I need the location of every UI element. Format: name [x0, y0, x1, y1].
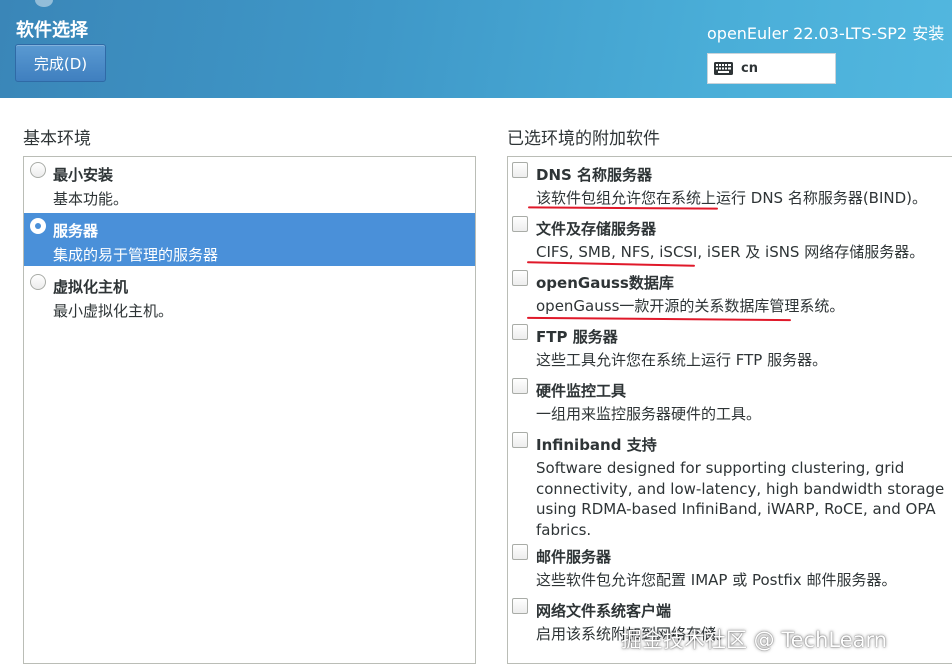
- keyboard-layout-indicator[interactable]: cn: [707, 53, 836, 84]
- environment-item-server[interactable]: 服务器 集成的易于管理的服务器: [24, 213, 475, 266]
- addon-item-opengauss-database[interactable]: openGauss数据库 openGauss一款开源的关系数据库管理系统。: [508, 266, 952, 320]
- description-line: using RDMA-based InfiniBand, iWARP, RoCE…: [536, 500, 936, 518]
- addon-name: 网络文件系统客户端: [536, 602, 672, 620]
- window-control-knob: [35, 0, 53, 7]
- checkbox[interactable]: [512, 544, 528, 560]
- checkbox[interactable]: [512, 216, 528, 232]
- addon-item-mail-server[interactable]: 邮件服务器 这些软件包允许您配置 IMAP 或 Postfix 邮件服务器。: [508, 540, 952, 594]
- addon-description: 一组用来监控服务器硬件的工具。: [536, 405, 762, 423]
- addon-name: 文件及存储服务器: [536, 220, 657, 238]
- base-environment-list: 最小安装 基本功能。 服务器 集成的易于管理的服务器 虚拟化主机 最小虚拟化主机…: [23, 156, 476, 664]
- addon-description: Software designed for supporting cluster…: [536, 458, 944, 540]
- checkbox[interactable]: [512, 162, 528, 178]
- radio-button-selected[interactable]: [30, 218, 46, 234]
- addon-name: FTP 服务器: [536, 328, 618, 346]
- addon-description: CIFS, SMB, NFS, iSCSI, iSER 及 iSNS 网络存储服…: [536, 243, 925, 261]
- addon-item-infiniband-support[interactable]: Infiniband 支持 Software designed for supp…: [508, 428, 952, 540]
- addon-description: 这些工具允许您在系统上运行 FTP 服务器。: [536, 351, 828, 369]
- environment-item-virtualization-host[interactable]: 虚拟化主机 最小虚拟化主机。: [24, 269, 475, 322]
- addon-item-ftp-server[interactable]: FTP 服务器 这些工具允许您在系统上运行 FTP 服务器。: [508, 320, 952, 374]
- keyboard-layout-label: cn: [741, 61, 758, 76]
- watermark: 掘金技术社区 @ TechLearn: [621, 628, 888, 652]
- checkbox[interactable]: [512, 324, 528, 340]
- addon-name: Infiniband 支持: [536, 436, 657, 454]
- header-bar: 软件选择 完成(D) openEuler 22.03-LTS-SP2 安装 cn: [0, 0, 952, 98]
- radio-button[interactable]: [30, 162, 46, 178]
- addon-description: 该软件包组允许您在系统上运行 DNS 名称服务器(BIND)。: [536, 189, 928, 207]
- description-line: fabrics.: [536, 520, 592, 539]
- addon-name: openGauss数据库: [536, 274, 674, 292]
- addon-name: DNS 名称服务器: [536, 166, 653, 184]
- environment-item-minimal[interactable]: 最小安装 基本功能。: [24, 157, 475, 210]
- addon-item-file-storage-server[interactable]: 文件及存储服务器 CIFS, SMB, NFS, iSCSI, iSER 及 i…: [508, 212, 952, 266]
- description-line: Software designed for supporting cluster…: [536, 459, 905, 477]
- addon-name: 硬件监控工具: [536, 382, 627, 400]
- environment-description: 集成的易于管理的服务器: [53, 246, 219, 264]
- page-title: 软件选择: [16, 20, 88, 41]
- checkbox[interactable]: [512, 270, 528, 286]
- environment-name: 服务器: [53, 222, 99, 240]
- checkbox[interactable]: [512, 378, 528, 394]
- addon-description: 这些软件包允许您配置 IMAP 或 Postfix 邮件服务器。: [536, 571, 897, 589]
- addon-item-hardware-monitoring[interactable]: 硬件监控工具 一组用来监控服务器硬件的工具。: [508, 374, 952, 428]
- product-title: openEuler 22.03-LTS-SP2 安装: [707, 24, 945, 43]
- checkbox[interactable]: [512, 432, 528, 448]
- done-button[interactable]: 完成(D): [15, 44, 106, 82]
- addon-item-dns-server[interactable]: DNS 名称服务器 该软件包组允许您在系统上运行 DNS 名称服务器(BIND)…: [508, 158, 952, 212]
- addons-heading: 已选环境的附加软件: [507, 129, 660, 149]
- environment-name: 虚拟化主机: [53, 278, 129, 296]
- environment-description: 基本功能。: [53, 190, 129, 208]
- radio-button[interactable]: [30, 274, 46, 290]
- environment-name: 最小安装: [53, 166, 114, 184]
- environment-description: 最小虚拟化主机。: [53, 302, 174, 320]
- description-line: connectivity, and low-latency, high band…: [536, 479, 945, 498]
- addons-list: DNS 名称服务器 该软件包组允许您在系统上运行 DNS 名称服务器(BIND)…: [507, 156, 952, 664]
- addon-description: openGauss一款开源的关系数据库管理系统。: [536, 297, 845, 315]
- base-environment-heading: 基本环境: [23, 129, 91, 149]
- checkbox[interactable]: [512, 598, 528, 614]
- keyboard-icon: [714, 62, 733, 75]
- addon-name: 邮件服务器: [536, 548, 612, 566]
